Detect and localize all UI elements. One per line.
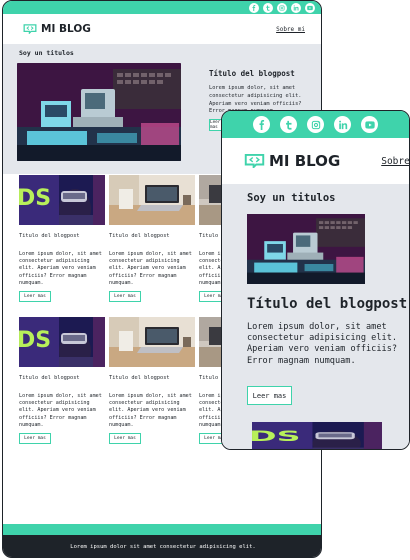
instagram-icon[interactable] <box>307 116 324 133</box>
post-title[interactable]: Titulo del blogpost <box>109 375 170 381</box>
post-title[interactable]: Titulo del blogpost <box>19 375 80 381</box>
instagram-icon[interactable] <box>277 2 287 13</box>
about-link[interactable]: Sobre mi <box>276 26 305 33</box>
post-excerpt: Lorem ipsum dolor, sit amet consectetur … <box>19 393 102 428</box>
post-image <box>109 175 195 225</box>
youtube-icon[interactable] <box>305 2 315 13</box>
featured-post-title[interactable]: Título del blogpost <box>247 296 407 312</box>
linkedin-icon[interactable] <box>334 116 351 133</box>
twitter-icon[interactable] <box>280 116 297 133</box>
site-logo[interactable]: MI BLOG <box>244 152 340 170</box>
featured-excerpt: Lorem ipsum dolor, sit amet consectetur … <box>247 322 398 366</box>
footer-text: Lorem ipsum dolor sit amet consectetur a… <box>70 544 256 550</box>
featured-read-more-button[interactable]: Leer mas <box>247 386 292 405</box>
brand-name: MI BLOG <box>269 152 341 170</box>
about-link[interactable]: Sobre mi <box>381 156 409 167</box>
read-more-button[interactable]: Leer mas <box>109 433 141 444</box>
post-excerpt: Lorem ipsum dolor, sit amet consectetur … <box>109 251 192 286</box>
site-logo[interactable]: MI BLOG <box>23 23 91 35</box>
post-card[interactable]: Titulo del blogpost Lorem ipsum dolor, s… <box>19 175 105 302</box>
post-image <box>109 317 195 367</box>
read-more-button[interactable]: Leer mas <box>19 291 51 302</box>
featured-section: Soy un titulos Título del blogpost Lorem… <box>222 184 409 450</box>
logo-icon <box>244 154 265 168</box>
featured-image <box>247 214 365 284</box>
site-header: MI BLOG Sobre mi <box>3 14 321 44</box>
site-header: MI BLOG Sobre mi <box>222 138 409 184</box>
youtube-icon[interactable] <box>361 116 378 133</box>
facebook-icon[interactable] <box>249 2 259 13</box>
twitter-icon[interactable] <box>263 2 273 13</box>
mobile-mockup: MI BLOG Sobre mi Soy un titulos Título d… <box>221 110 410 450</box>
facebook-icon[interactable] <box>253 116 270 133</box>
post-image <box>19 175 105 225</box>
footer-stripe <box>3 524 321 535</box>
read-more-button[interactable]: Leer mas <box>19 433 51 444</box>
section-title: Soy un titulos <box>247 192 336 204</box>
site-footer: Lorem ipsum dolor sit amet consectetur a… <box>3 535 321 557</box>
logo-icon <box>23 24 37 34</box>
social-bar <box>3 1 321 14</box>
section-title: Soy un titulos <box>19 49 74 57</box>
post-excerpt: Lorem ipsum dolor, sit amet consectetur … <box>19 251 102 286</box>
featured-image <box>17 63 181 161</box>
post-title[interactable]: Titulo del blogpost <box>109 233 170 239</box>
read-more-button[interactable]: Leer mas <box>109 291 141 302</box>
social-bar <box>222 111 409 138</box>
post-title[interactable]: Titulo del blogpost <box>19 233 80 239</box>
brand-name: MI BLOG <box>41 23 91 35</box>
post-card[interactable]: Titulo del blogpost Lorem ipsum dolor, s… <box>109 175 195 302</box>
post-excerpt: Lorem ipsum dolor, sit amet consectetur … <box>109 393 192 428</box>
featured-post-title[interactable]: Título del blogpost <box>209 69 295 78</box>
post-image <box>252 422 382 450</box>
linkedin-icon[interactable] <box>291 2 301 13</box>
post-image <box>19 317 105 367</box>
post-card[interactable]: Titulo del blogpost Lorem ipsum dolor, s… <box>19 317 105 444</box>
post-card[interactable]: Titulo del blogpost Lorem ipsum dolor, s… <box>109 317 195 444</box>
